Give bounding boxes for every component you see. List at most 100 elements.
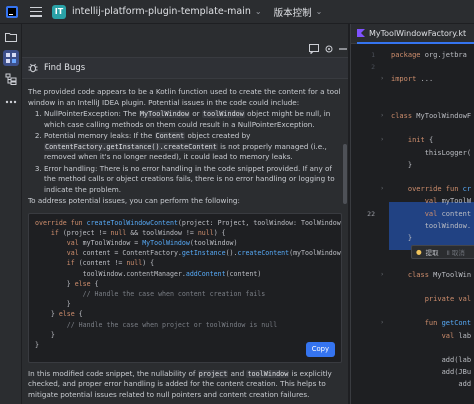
intention-hint[interactable]: ● 提取 Ⅱ 取消: [411, 245, 474, 259]
code-token: ().: [225, 249, 238, 258]
code-token: getInstance: [181, 249, 226, 258]
more-tools-button[interactable]: [3, 94, 19, 110]
code-editor[interactable]: MyToolWindowFactory.kt 1 2 22 › › › › › › packag…: [350, 24, 474, 404]
line-number-gutter: 1 2 22 › › › › › ›: [351, 45, 389, 404]
code-token: override fun: [407, 185, 463, 194]
inline-code: toolWindow: [201, 110, 245, 118]
code-token: (project: Project, toolWindow: ToolWindo…: [177, 218, 342, 227]
inline-code: MyToolWindow: [138, 110, 190, 118]
code-line: override fun createToolWindowContent(pro…: [35, 218, 341, 228]
code-token: myToolW: [441, 197, 472, 206]
hint-primary[interactable]: 提取: [426, 247, 439, 257]
editor-line: }: [391, 161, 412, 169]
code-line: } else {: [35, 309, 335, 319]
menu-icon[interactable]: [30, 6, 42, 17]
editor-code-area[interactable]: package org.jetbra import ... class MyTool…: [389, 45, 474, 404]
plugin-tool-button[interactable]: [3, 50, 19, 66]
issue-text: object created by: [185, 131, 251, 140]
code-token: }: [391, 160, 413, 169]
hint-secondary[interactable]: Ⅱ 取消: [447, 247, 465, 257]
editor-line: override fun cr: [391, 185, 471, 193]
editor-tab-bar: MyToolWindowFactory.kt: [351, 24, 474, 44]
editor-line: private val: [391, 295, 471, 303]
structure-icon: [5, 73, 17, 85]
fold-marker-icon[interactable]: ›: [381, 112, 383, 119]
code-token: val: [424, 197, 442, 206]
code-token: null: [110, 228, 131, 237]
chevron-down-icon[interactable]: ⌄: [316, 7, 323, 16]
folder-icon: [5, 33, 17, 42]
fold-marker-icon[interactable]: ›: [381, 185, 383, 192]
find-bugs-panel: Find Bugs The provided code appears to b…: [22, 24, 348, 404]
list-item: Potential memory leaks: If the Content o…: [44, 131, 342, 163]
editor-line: toolWindow.: [391, 222, 471, 230]
code-line: // Handle the case when content creation…: [35, 289, 335, 299]
editor-tab-label: MyToolWindowFactory.kt: [369, 28, 467, 38]
code-token: }: [35, 300, 71, 309]
editor-line: class MyToolWin: [391, 271, 471, 279]
code-token: if: [66, 259, 79, 268]
code-line: }: [35, 340, 335, 350]
code-token: (myToolWindow.: [289, 249, 342, 258]
copy-button[interactable]: Copy: [305, 342, 335, 357]
code-token: add: [391, 380, 472, 389]
code-line: toolWindow.contentManager.addContent(con…: [35, 269, 335, 279]
project-badge[interactable]: IT: [52, 4, 66, 19]
list-item: Error handling: There is no error handli…: [44, 164, 342, 196]
chevron-down-icon[interactable]: ⌄: [255, 7, 262, 16]
project-name[interactable]: intellij-platform-plugin-template-main: [72, 6, 251, 17]
code-token: lab: [458, 331, 472, 340]
code-line: // Handle the case when project or toolW…: [35, 320, 335, 330]
settings-icon[interactable]: [324, 44, 334, 54]
code-token: toolWindow.: [391, 221, 472, 230]
fold-marker-icon[interactable]: ›: [381, 75, 383, 82]
code-token: createToolWindowContent: [86, 218, 178, 227]
editor-line: add: [391, 380, 471, 388]
chat-icon[interactable]: [309, 44, 319, 54]
inline-code: toolWindow: [246, 369, 290, 378]
code-token: // Handle the case when project or toolW…: [66, 320, 278, 329]
inline-code: ContentFactory.getInstance().createConte…: [44, 142, 218, 151]
code-block[interactable]: override fun createToolWindowContent(pro…: [28, 212, 342, 363]
code-token: }: [35, 310, 59, 319]
code-snippet[interactable]: override fun createToolWindowContent(pro…: [35, 218, 341, 351]
code-token: // Handle the case when content creation…: [82, 289, 266, 298]
editor-line: class MyToolWindowF: [391, 112, 471, 120]
code-token: }: [35, 279, 75, 288]
code-token: content = ContentFactory.: [82, 249, 182, 258]
bulb-icon[interactable]: ●: [416, 248, 422, 256]
editor-line: add(JBu: [391, 368, 472, 376]
editor-line: val lab: [391, 331, 472, 340]
panel-scrollbar[interactable]: [343, 144, 347, 204]
project-tool-button[interactable]: [3, 29, 19, 45]
editor-tab[interactable]: MyToolWindowFactory.kt: [357, 24, 474, 44]
code-token: ) {: [213, 228, 226, 237]
intellij-logo-icon[interactable]: [6, 5, 18, 18]
vcs-widget[interactable]: 版本控制: [274, 5, 312, 19]
code-token: addContent: [185, 269, 226, 278]
code-token: null: [126, 259, 143, 268]
outro-segment: In this modified code snippet, the nulla…: [28, 368, 198, 378]
editor-line: val content: [391, 210, 471, 218]
issue-text: Error handling: There is no error handli…: [44, 163, 335, 194]
fold-marker-icon[interactable]: ›: [381, 319, 383, 326]
code-token: private val: [424, 295, 472, 303]
code-token: package: [391, 51, 425, 59]
editor-line: thisLogger(: [391, 149, 471, 157]
code-token: }: [391, 234, 413, 242]
issue-text: Potential memory leaks: If the: [44, 131, 155, 140]
fold-marker-icon[interactable]: ›: [381, 136, 383, 143]
minimize-icon[interactable]: [338, 44, 348, 54]
code-token: {: [78, 310, 83, 319]
code-token: class: [391, 112, 417, 120]
code-line: }: [35, 330, 335, 340]
fold-marker-icon[interactable]: ›: [381, 271, 383, 278]
list-item: NullPointerException: The MyToolWindow o…: [44, 109, 342, 130]
editor-line: add(lab: [391, 356, 472, 364]
structure-tool-button[interactable]: [3, 71, 19, 87]
